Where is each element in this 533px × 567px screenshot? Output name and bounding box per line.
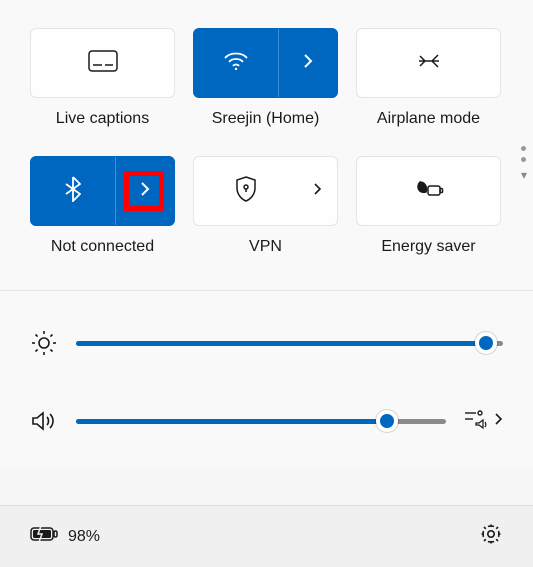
slider-thumb[interactable] bbox=[376, 410, 398, 432]
chevron-right-icon bbox=[302, 52, 314, 75]
quick-settings-panel: Live captions bbox=[0, 0, 533, 567]
energy-saver-label: Energy saver bbox=[381, 238, 475, 256]
vpn-tile[interactable] bbox=[193, 156, 338, 226]
vpn-tile-main[interactable] bbox=[194, 157, 297, 225]
caret-down-icon: ▾ bbox=[521, 168, 527, 182]
bluetooth-icon bbox=[65, 176, 81, 207]
tile-group-bluetooth: Not connected bbox=[30, 156, 175, 256]
wifi-tile[interactable] bbox=[193, 28, 338, 98]
vpn-expand-button[interactable] bbox=[297, 157, 337, 225]
bluetooth-tile[interactable] bbox=[30, 156, 175, 226]
battery-status[interactable]: 98% bbox=[30, 525, 100, 548]
tile-group-energy-saver: Energy saver bbox=[356, 156, 501, 256]
slider-thumb[interactable] bbox=[475, 332, 497, 354]
edge-indicator: ▾ bbox=[521, 146, 527, 182]
brightness-slider[interactable] bbox=[76, 333, 503, 353]
dot-icon bbox=[521, 146, 526, 151]
wifi-icon bbox=[223, 51, 249, 76]
vpn-label: VPN bbox=[249, 238, 282, 256]
bluetooth-label: Not connected bbox=[51, 238, 154, 256]
tile-row: Not connected bbox=[30, 156, 503, 256]
bluetooth-expand-button[interactable] bbox=[116, 157, 174, 225]
airplane-label: Airplane mode bbox=[377, 110, 480, 128]
captions-icon bbox=[88, 50, 118, 77]
gear-icon bbox=[479, 533, 503, 550]
slider-fill bbox=[76, 341, 486, 346]
live-captions-tile[interactable] bbox=[30, 28, 175, 98]
sliders-area bbox=[0, 291, 533, 469]
battery-text: 98% bbox=[68, 528, 100, 546]
volume-slider[interactable] bbox=[76, 411, 446, 431]
chevron-right-icon bbox=[312, 182, 322, 201]
tile-group-vpn: VPN bbox=[193, 156, 338, 256]
live-captions-label: Live captions bbox=[56, 110, 149, 128]
shield-lock-icon bbox=[235, 176, 257, 207]
energy-saver-tile[interactable] bbox=[356, 156, 501, 226]
airplane-tile[interactable] bbox=[356, 28, 501, 98]
tile-row: Live captions bbox=[30, 28, 503, 128]
wifi-expand-button[interactable] bbox=[279, 29, 337, 97]
slider-fill bbox=[76, 419, 387, 424]
bottom-bar: 98% bbox=[0, 505, 533, 567]
airplane-icon bbox=[416, 50, 442, 77]
leaf-battery-icon bbox=[414, 178, 444, 205]
tiles-area: Live captions bbox=[0, 0, 533, 291]
bluetooth-tile-main[interactable] bbox=[31, 157, 116, 225]
audio-output-button[interactable] bbox=[464, 409, 503, 434]
wifi-label: Sreejin (Home) bbox=[212, 110, 320, 128]
chevron-right-icon bbox=[139, 180, 151, 203]
settings-button[interactable] bbox=[479, 522, 503, 551]
slider-track bbox=[76, 341, 503, 346]
volume-icon bbox=[30, 410, 58, 432]
dot-icon bbox=[521, 157, 526, 162]
brightness-slider-row bbox=[30, 323, 503, 363]
wifi-tile-main[interactable] bbox=[194, 29, 279, 97]
battery-icon bbox=[30, 525, 58, 548]
audio-output-icon bbox=[464, 409, 488, 434]
volume-slider-row bbox=[30, 401, 503, 441]
chevron-right-icon bbox=[494, 412, 503, 431]
tile-group-wifi: Sreejin (Home) bbox=[193, 28, 338, 128]
tile-group-live-captions: Live captions bbox=[30, 28, 175, 128]
tile-group-airplane: Airplane mode bbox=[356, 28, 501, 128]
brightness-icon bbox=[30, 330, 58, 356]
